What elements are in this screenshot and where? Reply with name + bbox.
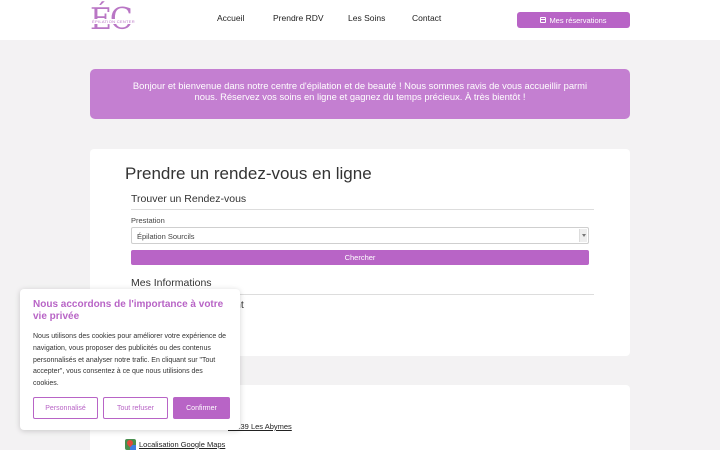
nav-contact[interactable]: Contact xyxy=(412,13,441,23)
header: ÉC ÉPILATION CENTER Accueil Prendre RDV … xyxy=(0,0,720,40)
customize-button[interactable]: Personnalisé xyxy=(33,397,98,419)
confirm-button[interactable]: Confirmer xyxy=(173,397,230,419)
nav-les-soins[interactable]: Les Soins xyxy=(348,13,385,23)
my-reservations-label: Mes réservations xyxy=(549,15,607,25)
divider xyxy=(131,209,594,210)
nav-prendre-rdv[interactable]: Prendre RDV xyxy=(273,13,324,23)
page-title: Prendre un rendez-vous en ligne xyxy=(125,164,372,183)
cookie-text: Nous utilisons des cookies pour améliore… xyxy=(33,333,226,388)
cookie-title: Nous accordons de l'importance à votre v… xyxy=(33,299,224,322)
find-appointment-heading: Trouver un Rendez-vous xyxy=(131,193,247,205)
welcome-banner: Bonjour et bienvenue dans notre centre d… xyxy=(90,69,630,119)
welcome-text: Bonjour et bienvenue dans notre centre d… xyxy=(132,80,588,102)
my-information-heading: Mes Informations xyxy=(131,277,212,289)
my-reservations-button[interactable]: Mes réservations xyxy=(517,12,630,28)
google-maps-icon xyxy=(125,438,136,450)
google-maps-link[interactable]: Localisation Google Maps xyxy=(139,440,225,449)
service-label: Prestation xyxy=(131,216,165,225)
service-select[interactable]: Épilation Sourcils xyxy=(131,227,589,244)
cookie-buttons: Personnalisé Tout refuser Confirmer xyxy=(33,397,230,419)
chevron-down-icon[interactable] xyxy=(579,229,587,242)
refuse-all-button[interactable]: Tout refuser xyxy=(103,397,168,419)
calendar-icon xyxy=(540,17,547,23)
search-button[interactable]: Chercher xyxy=(131,250,589,265)
maps-row: Localisation Google Maps xyxy=(125,438,225,450)
service-select-value: Épilation Sourcils xyxy=(137,232,195,241)
nav-accueil[interactable]: Accueil xyxy=(217,13,244,23)
cookie-consent-dialog: Nous accordons de l'importance à votre v… xyxy=(20,289,240,430)
